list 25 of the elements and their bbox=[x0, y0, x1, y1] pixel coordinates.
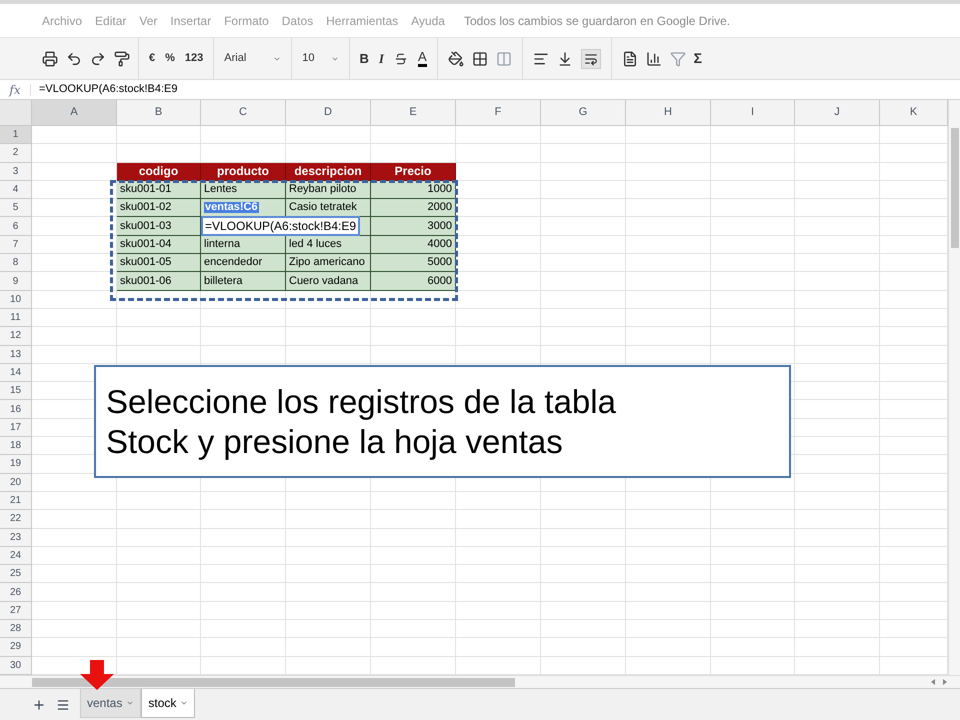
table-cell: sku001-04 bbox=[117, 236, 201, 254]
table-cell: sku001-05 bbox=[117, 254, 201, 272]
callout-text: Seleccione los registros de la tabla Stock y presione la hoja ventas bbox=[106, 382, 616, 462]
table-cell: linterna bbox=[201, 236, 286, 254]
table-cell: 4000 bbox=[371, 236, 456, 254]
table-header-cell: producto bbox=[201, 162, 286, 181]
table-cell: Casio tetratek bbox=[286, 199, 371, 218]
table-cell: 3000 bbox=[371, 217, 456, 236]
table-cell: 5000 bbox=[371, 254, 456, 272]
table-cell: sku001-02 bbox=[117, 199, 201, 218]
table-header-cell: codigo bbox=[117, 162, 201, 181]
fx-label: fx bbox=[8, 82, 22, 98]
table-cell: encendedor bbox=[201, 254, 286, 272]
table-cell: sku001-03 bbox=[117, 217, 201, 236]
table-cell: 6000 bbox=[371, 272, 456, 291]
table-cell: Cuero vadana bbox=[286, 272, 371, 291]
table-header-cell: Precio bbox=[371, 162, 456, 181]
table-cell: led 4 luces bbox=[286, 236, 371, 254]
table-cell: 2000 bbox=[371, 199, 456, 218]
table-cell: sku001-06 bbox=[117, 272, 201, 291]
cell-reference: ventas!C6 bbox=[204, 202, 259, 214]
table-cell: Zipo americano bbox=[286, 254, 371, 272]
save-status: Todos los cambios se guardaron en Google Drive. bbox=[464, 12, 730, 30]
table-header-cell: descripcion bbox=[286, 162, 371, 181]
table-cell: billetera bbox=[201, 272, 286, 291]
